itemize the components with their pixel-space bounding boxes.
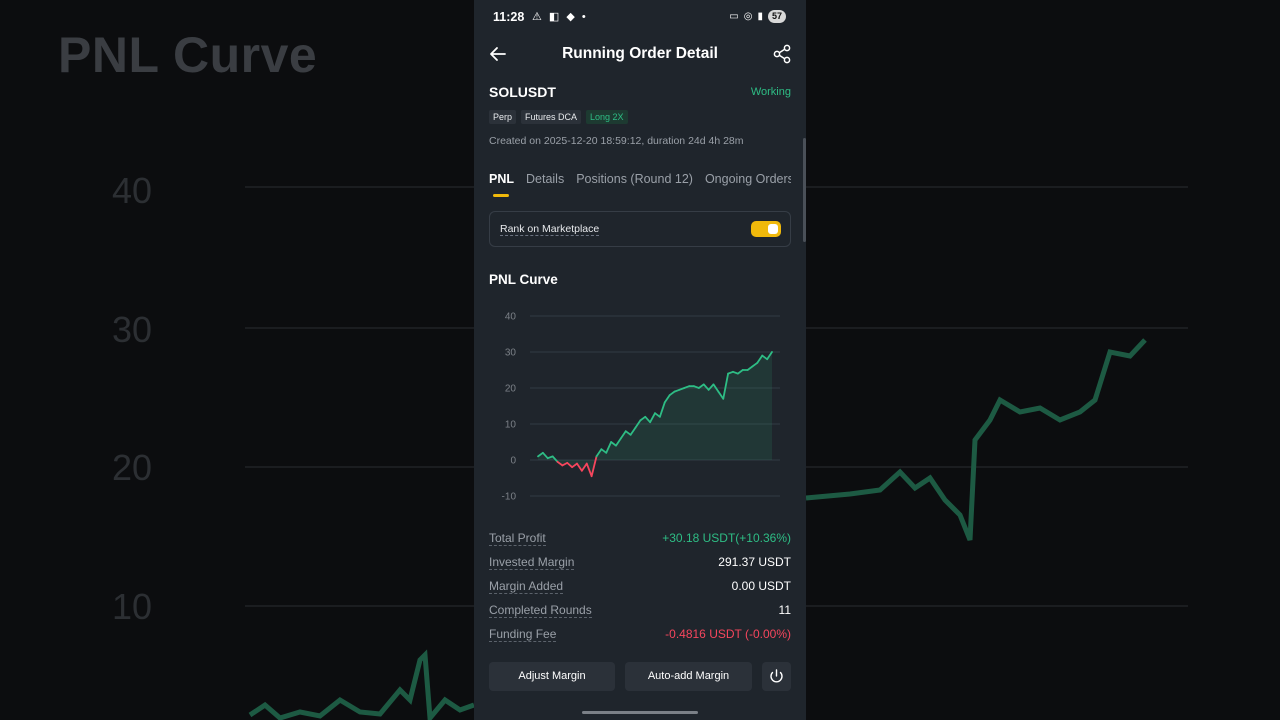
y-tick-label: -10 xyxy=(502,492,517,503)
stat-row: Margin Added 0.00 USDT xyxy=(489,576,791,600)
toggle-knob xyxy=(768,224,778,234)
stat-label[interactable]: Completed Rounds xyxy=(489,603,592,618)
stat-label[interactable]: Invested Margin xyxy=(489,555,575,570)
scrollbar[interactable] xyxy=(803,138,806,242)
y-tick-label: 0 xyxy=(510,456,516,467)
share-icon[interactable] xyxy=(772,44,792,64)
stat-value: 291.37 USDT xyxy=(718,555,791,569)
stat-value: -0.4816 USDT (-0.00%) xyxy=(665,627,791,641)
page-title: Running Order Detail xyxy=(562,45,718,62)
stat-label[interactable]: Margin Added xyxy=(489,579,564,594)
power-icon xyxy=(770,669,783,683)
y-tick-label: 10 xyxy=(505,420,517,431)
rank-on-marketplace-toggle[interactable] xyxy=(751,221,781,237)
rank-on-marketplace-label[interactable]: Rank on Marketplace xyxy=(500,223,600,236)
stop-button[interactable] xyxy=(762,662,791,691)
notification-icons: ⚠ ◧ ◆ • xyxy=(532,11,588,23)
tab-positions[interactable]: Positions (Round 12) xyxy=(576,172,693,186)
tag-futures-dca: Futures DCA xyxy=(521,110,582,124)
phone-screen: 11:28 ⚠ ◧ ◆ • ▭ ◎ ▮ 57 Running Order Det… xyxy=(474,0,806,720)
tab-ongoing-orders[interactable]: Ongoing Orders xyxy=(705,172,791,186)
stat-value: 0.00 USDT xyxy=(731,579,791,593)
top-bar: Running Order Detail xyxy=(474,36,806,72)
y-tick-label: 30 xyxy=(505,348,517,359)
cast-icon: ▭ xyxy=(729,11,739,22)
hotspot-icon: ◎ xyxy=(743,11,753,22)
adjust-margin-button[interactable]: Adjust Margin xyxy=(489,662,615,691)
auto-add-margin-button[interactable]: Auto-add Margin xyxy=(625,662,752,691)
tag-long-leverage: Long 2X xyxy=(586,110,628,124)
tag-perp: Perp xyxy=(489,110,517,124)
order-symbol: SOLUSDT xyxy=(489,84,556,100)
stat-label[interactable]: Total Profit xyxy=(489,531,546,546)
signal-icon: ▮ xyxy=(757,11,763,22)
status-right-icons: ▭ ◎ ▮ 57 xyxy=(729,10,786,23)
stats-list: Total Profit +30.18 USDT(+10.36%) Invested… xyxy=(489,528,791,648)
stat-row: Completed Rounds 11 xyxy=(489,600,791,624)
rank-on-marketplace-row: Rank on Marketplace xyxy=(489,211,791,247)
y-tick-label: 20 xyxy=(505,384,517,395)
stat-row: Invested Margin 291.37 USDT xyxy=(489,552,791,576)
stat-row: Funding Fee -0.4816 USDT (-0.00%) xyxy=(489,624,791,648)
stat-label[interactable]: Funding Fee xyxy=(489,627,557,642)
tab-details[interactable]: Details xyxy=(526,172,564,186)
pnl-curve-chart: 40 30 20 10 0 -10 xyxy=(502,312,780,503)
tab-bar: PNL Details Positions (Round 12) Ongoing Or… xyxy=(489,170,791,200)
order-created-info: Created on 2025-12-20 18:59:12, duration… xyxy=(489,135,744,147)
active-tab-indicator xyxy=(493,194,509,197)
home-indicator xyxy=(582,711,698,714)
y-tick-label: 40 xyxy=(505,312,517,323)
pnl-curve-title: PNL Curve xyxy=(489,272,558,287)
order-status-badge: Working xyxy=(750,86,791,98)
stat-value: +30.18 USDT(+10.36%) xyxy=(662,531,791,545)
order-tags: Perp Futures DCA Long 2X xyxy=(489,110,628,124)
status-time: 11:28 xyxy=(493,10,525,24)
battery-icon: 57 xyxy=(767,10,786,23)
stat-value: 11 xyxy=(778,603,791,617)
stat-row: Total Profit +30.18 USDT(+10.36%) xyxy=(489,528,791,552)
status-bar: 11:28 ⚠ ◧ ◆ • ▭ ◎ ▮ 57 xyxy=(474,0,806,34)
tab-pnl[interactable]: PNL xyxy=(489,172,514,197)
